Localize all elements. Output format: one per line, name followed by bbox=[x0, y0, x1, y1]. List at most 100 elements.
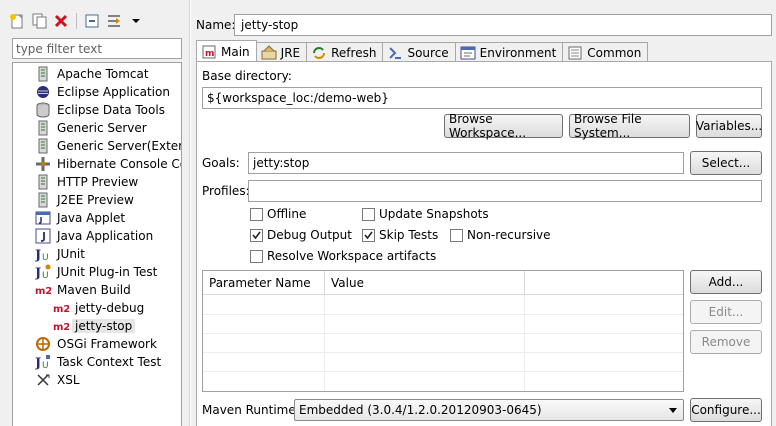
add-parameter-button[interactable]: Add... bbox=[690, 270, 762, 294]
resolve-workspace-checkbox[interactable]: Resolve Workspace artifacts bbox=[250, 249, 436, 263]
chevron-down-icon bbox=[669, 408, 677, 413]
tree-item-task-context-test[interactable]: JU Task Context Test bbox=[35, 353, 161, 371]
tab-label: Main bbox=[221, 44, 250, 59]
tab-label: Source bbox=[407, 45, 449, 60]
tree-item-label: Apache Tomcat bbox=[57, 67, 149, 81]
non-recursive-checkbox[interactable]: Non-recursive bbox=[450, 228, 551, 242]
config-tabs: m Main JRE Refresh Source Environment Co… bbox=[196, 40, 649, 62]
tree-item-eclipse-data-tools[interactable]: Eclipse Data Tools bbox=[35, 101, 165, 119]
tab-jre[interactable]: JRE bbox=[256, 42, 308, 62]
environment-icon bbox=[460, 45, 476, 61]
config-tree: Apache Tomcat Eclipse Application Eclips… bbox=[12, 62, 182, 426]
filter-icon[interactable] bbox=[105, 12, 123, 30]
variables-button[interactable]: Variables... bbox=[696, 114, 762, 138]
tree-item-label: OSGi Framework bbox=[57, 337, 157, 351]
svg-text:m2: m2 bbox=[53, 322, 69, 333]
tree-item-hibernate-console[interactable]: Hibernate Console Conf bbox=[35, 155, 181, 173]
column-divider bbox=[324, 295, 325, 391]
tree-item-junit[interactable]: JU JUnit bbox=[35, 245, 85, 263]
debug-output-checkbox[interactable]: Debug Output bbox=[250, 228, 352, 242]
maven-icon: m2 bbox=[53, 300, 69, 316]
junit-icon: JU bbox=[35, 246, 51, 262]
tab-refresh[interactable]: Refresh bbox=[307, 42, 384, 62]
tab-label: JRE bbox=[280, 45, 301, 60]
duplicate-icon[interactable] bbox=[30, 12, 48, 30]
chevron-down-icon[interactable] bbox=[127, 12, 145, 30]
column-divider bbox=[524, 295, 525, 391]
jre-icon bbox=[261, 44, 277, 61]
select-goals-button[interactable]: Select... bbox=[690, 151, 762, 175]
svg-text:U: U bbox=[42, 271, 49, 280]
column-header-parameter-name[interactable]: Parameter Name bbox=[203, 271, 325, 295]
junit-plugin-icon: JU bbox=[35, 264, 51, 280]
parameters-table[interactable]: Parameter Name Value bbox=[202, 270, 684, 392]
svg-text:J: J bbox=[35, 248, 41, 262]
checkbox-label: Skip Tests bbox=[379, 228, 439, 242]
name-field[interactable]: jetty-stop bbox=[234, 14, 772, 36]
configure-runtime-button[interactable]: Configure... bbox=[690, 398, 762, 422]
profiles-field[interactable] bbox=[248, 180, 762, 202]
tree-item-j2ee-preview[interactable]: J2EE Preview bbox=[35, 191, 134, 209]
goals-field[interactable]: jetty:stop bbox=[248, 152, 684, 174]
main-tab-icon: m bbox=[201, 44, 217, 60]
eclipse-app-icon bbox=[35, 84, 51, 100]
svg-text:m: m bbox=[205, 49, 214, 59]
checkbox-label: Debug Output bbox=[267, 228, 352, 242]
maven-icon: m2 bbox=[35, 282, 51, 298]
checkbox-label: Offline bbox=[267, 207, 307, 221]
offline-checkbox[interactable]: Offline bbox=[250, 207, 306, 221]
collapse-all-icon[interactable] bbox=[83, 12, 101, 30]
svg-text:m2: m2 bbox=[35, 286, 51, 297]
tree-item-label: jetty-stop bbox=[72, 319, 136, 333]
tab-environment[interactable]: Environment bbox=[455, 42, 564, 62]
goals-label: Goals: bbox=[202, 156, 240, 170]
delete-icon[interactable] bbox=[52, 12, 70, 30]
checkbox-box bbox=[250, 228, 263, 242]
browse-workspace-button[interactable]: Browse Workspace... bbox=[444, 112, 563, 140]
update-snapshots-checkbox[interactable]: Update Snapshots bbox=[362, 207, 489, 221]
skip-tests-checkbox[interactable]: Skip Tests bbox=[362, 228, 438, 242]
java-applet-icon bbox=[35, 210, 51, 226]
edit-parameter-button[interactable]: Edit... bbox=[690, 300, 762, 324]
column-header-value[interactable]: Value bbox=[325, 271, 525, 295]
xsl-icon bbox=[35, 372, 51, 388]
tree-item-java-application[interactable]: Java Application bbox=[35, 227, 153, 245]
maven-runtime-value: Embedded (3.0.4/1.2.0.20120903-0645) bbox=[299, 403, 542, 417]
row-divider bbox=[203, 333, 683, 334]
tree-item-java-applet[interactable]: Java Applet bbox=[35, 209, 125, 227]
checkbox-box bbox=[250, 207, 263, 221]
profiles-label: Profiles: bbox=[202, 184, 250, 198]
base-directory-field[interactable]: ${workspace_loc:/demo-web} bbox=[202, 87, 762, 109]
server-icon bbox=[35, 66, 51, 82]
tab-main[interactable]: m Main bbox=[196, 40, 257, 62]
server-icon bbox=[35, 174, 51, 190]
tree-item-label: Eclipse Application bbox=[57, 85, 170, 99]
filter-input[interactable] bbox=[12, 38, 182, 59]
tree-item-apache-tomcat[interactable]: Apache Tomcat bbox=[35, 65, 149, 83]
tree-item-maven-build[interactable]: m2 Maven Build bbox=[35, 281, 131, 299]
tree-item-generic-server[interactable]: Generic Server bbox=[35, 119, 147, 137]
tree-item-label: jetty-debug bbox=[75, 301, 145, 315]
tree-item-eclipse-application[interactable]: Eclipse Application bbox=[35, 83, 170, 101]
tree-item-junit-plugin-test[interactable]: JU JUnit Plug-in Test bbox=[35, 263, 157, 281]
name-label: Name: bbox=[196, 18, 236, 32]
maven-runtime-label: Maven Runtime: bbox=[202, 403, 300, 417]
tree-item-label: Eclipse Data Tools bbox=[57, 103, 165, 117]
tree-item-label: Java Application bbox=[57, 229, 154, 243]
tree-item-xsl[interactable]: XSL bbox=[35, 371, 80, 389]
browse-file-system-button[interactable]: Browse File System... bbox=[569, 112, 690, 140]
new-config-icon[interactable] bbox=[8, 12, 26, 30]
remove-parameter-button[interactable]: Remove bbox=[690, 330, 762, 354]
maven-runtime-select[interactable]: Embedded (3.0.4/1.2.0.20120903-0645) bbox=[294, 399, 684, 421]
tab-source[interactable]: Source bbox=[383, 42, 456, 62]
tree-item-jetty-stop[interactable]: m2 jetty-stop bbox=[53, 317, 136, 335]
tree-item-http-preview[interactable]: HTTP Preview bbox=[35, 173, 138, 191]
tree-item-generic-server-external[interactable]: Generic Server(External L bbox=[35, 137, 181, 155]
tree-item-osgi-framework[interactable]: OSGi Framework bbox=[35, 335, 157, 353]
pane-splitter[interactable] bbox=[189, 0, 191, 426]
tree-item-label: Generic Server bbox=[57, 121, 147, 135]
tree-item-jetty-debug[interactable]: m2 jetty-debug bbox=[53, 299, 144, 317]
tab-common[interactable]: Common bbox=[563, 42, 649, 62]
tab-label: Environment bbox=[479, 45, 557, 60]
maven-icon: m2 bbox=[53, 318, 69, 334]
